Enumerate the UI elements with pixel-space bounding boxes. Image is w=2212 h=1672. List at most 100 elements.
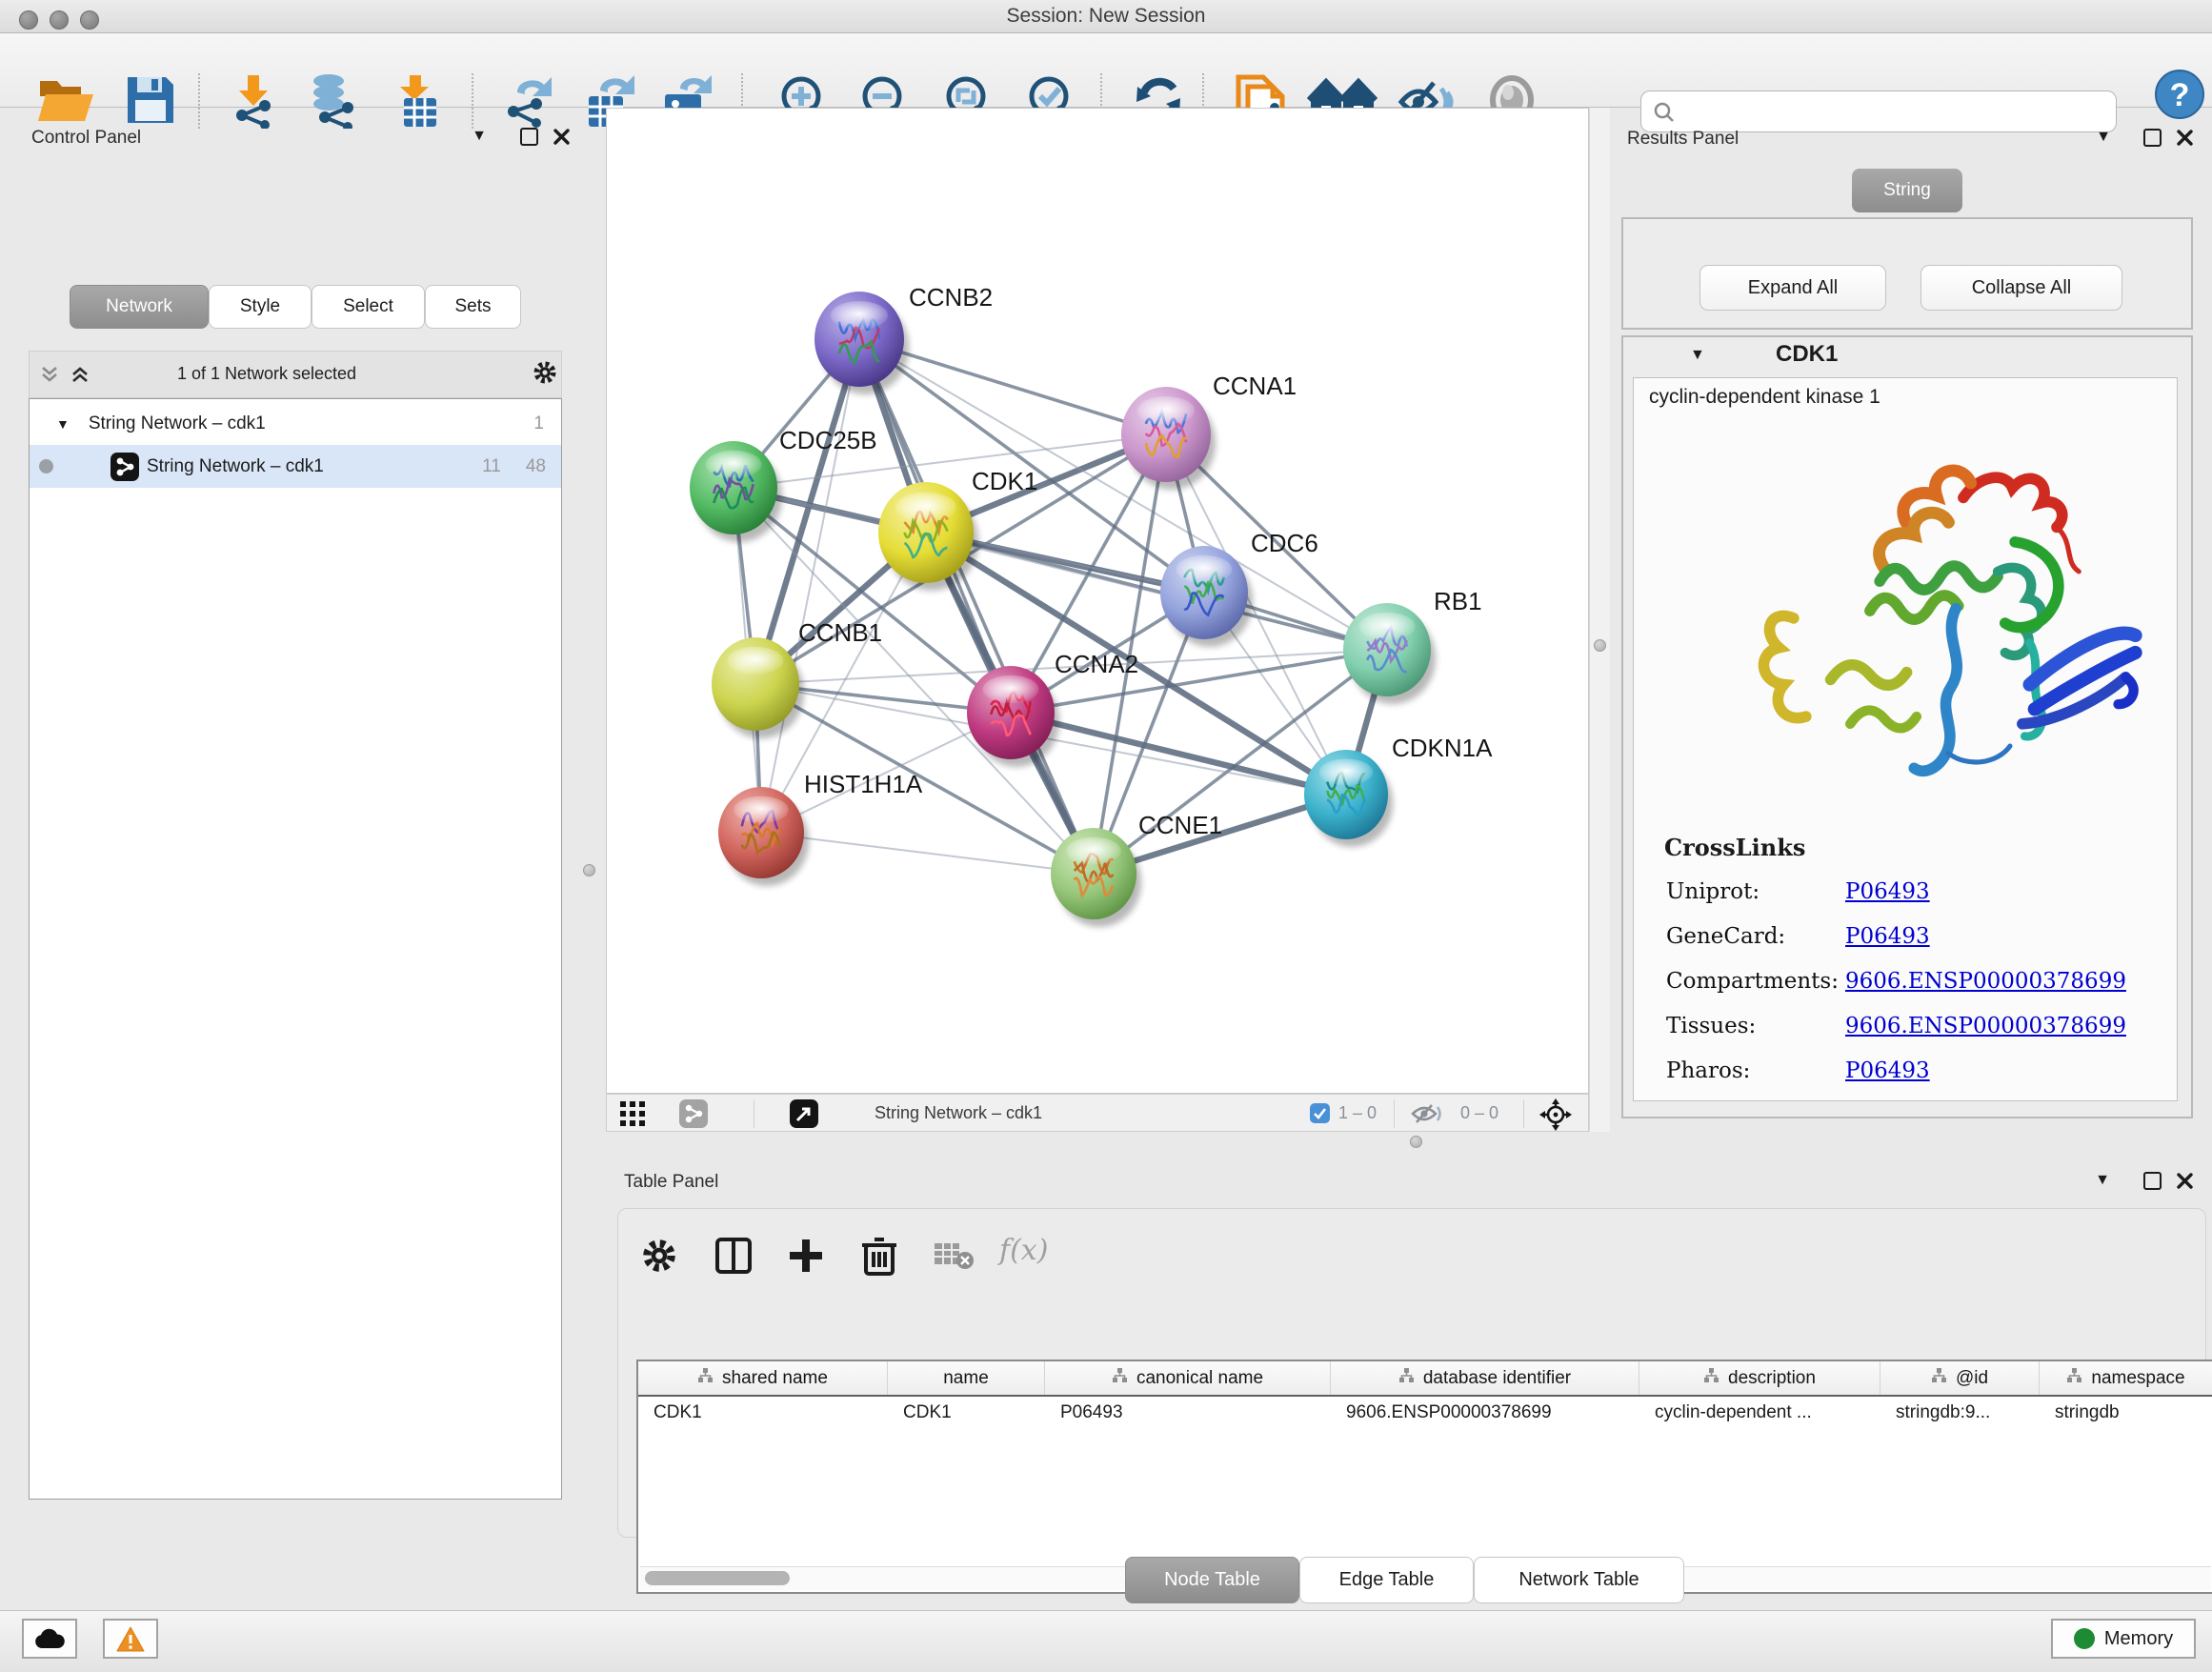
table-cell[interactable]: P06493 — [1045, 1397, 1331, 1428]
vertical-splitter-handle-right[interactable] — [1594, 639, 1606, 652]
warning-button[interactable] — [103, 1619, 158, 1659]
float-panel-button[interactable] — [2140, 1170, 2164, 1191]
cloud-button[interactable] — [22, 1619, 77, 1659]
statusbar-separator — [1394, 1099, 1395, 1128]
crosslink-label: Tissues: — [1666, 1014, 1756, 1038]
network-collection-row[interactable]: ▼ String Network – cdk1 1 — [30, 402, 561, 445]
tab-node-table[interactable]: Node Table — [1125, 1557, 1299, 1603]
collapse-all-button[interactable]: Collapse All — [1920, 265, 2122, 311]
crosslink-link[interactable]: 9606.ENSP00000378699 — [1845, 1014, 2126, 1038]
table-cell[interactable]: CDK1 — [638, 1397, 888, 1428]
column-tree-icon — [2066, 1367, 2082, 1389]
title-bar: Session: New Session — [0, 0, 2212, 33]
column-header-name[interactable]: name — [888, 1361, 1045, 1395]
network-node-CCNB2[interactable] — [814, 292, 909, 394]
network-canvas[interactable]: CCNB2CCNA1CDC25BCDK1CDC6RB1CCNB1CCNA2CDK… — [606, 108, 1589, 1094]
node-label-CDC6: CDC6 — [1251, 529, 1318, 557]
column-header--id[interactable]: @id — [1880, 1361, 2040, 1395]
node-label-CDK1: CDK1 — [972, 467, 1037, 495]
vertical-splitter-right[interactable] — [1589, 108, 1610, 1132]
float-panel-button[interactable] — [516, 126, 541, 147]
fit-content-crosshair-icon[interactable] — [1538, 1098, 1573, 1137]
column-label: shared name — [722, 1368, 828, 1389]
table-row[interactable]: CDK1CDK1P064939606.ENSP00000378699cyclin… — [638, 1397, 2212, 1428]
network-row-selected[interactable]: String Network – cdk1 11 48 — [30, 445, 561, 488]
crosslink-label: Pharos: — [1666, 1058, 1750, 1083]
network-node-RB1[interactable] — [1343, 603, 1436, 704]
column-label: namespace — [2091, 1368, 2184, 1389]
results-actions-box: Expand All Collapse All — [1621, 217, 2193, 330]
network-node-CCNE1[interactable] — [1051, 828, 1141, 927]
network-view-title: String Network – cdk1 — [875, 1103, 1042, 1123]
protein-structure-image — [1643, 424, 2165, 805]
selected-checkbox[interactable] — [1310, 1103, 1330, 1128]
table-cell[interactable]: stringdb:9... — [1880, 1397, 2040, 1428]
network-options-gear-icon[interactable] — [533, 362, 557, 383]
collapse-panel-button[interactable]: ▼ — [2090, 1170, 2115, 1191]
memory-button[interactable]: Memory — [2051, 1619, 2196, 1659]
tab-sets[interactable]: Sets — [425, 285, 521, 329]
column-tree-icon — [1703, 1367, 1719, 1389]
column-label: canonical name — [1136, 1368, 1263, 1389]
statusbar-separator — [1523, 1099, 1524, 1128]
table-cell[interactable]: 9606.ENSP00000378699 — [1331, 1397, 1639, 1428]
crosslink-link[interactable]: P06493 — [1845, 879, 1930, 904]
tab-style[interactable]: Style — [209, 285, 312, 329]
network-node-CDKN1A[interactable] — [1304, 750, 1393, 847]
column-header-description[interactable]: description — [1639, 1361, 1880, 1395]
table-cell[interactable]: cyclin-dependent ... — [1639, 1397, 1880, 1428]
horizontal-splitter-handle[interactable] — [1410, 1136, 1422, 1148]
add-column-icon[interactable] — [786, 1236, 826, 1280]
crosslink-label: Compartments: — [1666, 969, 1839, 994]
vertical-splitter-handle-left[interactable] — [583, 864, 595, 876]
network-node-CDC6[interactable] — [1160, 546, 1253, 647]
crosslink-link[interactable]: P06493 — [1845, 1058, 1930, 1083]
network-node-HIST1H1A[interactable] — [718, 787, 809, 886]
collapse-panel-button[interactable]: ▼ — [2091, 127, 2116, 148]
open-in-window-icon[interactable] — [790, 1099, 818, 1133]
results-panel-title: Results Panel — [1627, 129, 1739, 150]
network-graph: CCNB2CCNA1CDC25BCDK1CDC6RB1CCNB1CCNA2CDK… — [607, 109, 1588, 1093]
network-node-CDK1[interactable] — [878, 482, 978, 591]
tab-network-table[interactable]: Network Table — [1474, 1557, 1684, 1603]
tree-expand-icon[interactable]: ▼ — [56, 416, 70, 432]
collection-label: String Network – cdk1 — [89, 413, 266, 434]
column-header-namespace[interactable]: namespace — [2040, 1361, 2212, 1395]
tab-string[interactable]: String — [1852, 169, 1962, 212]
delete-column-icon[interactable] — [860, 1236, 898, 1280]
column-header-canonical-name[interactable]: canonical name — [1045, 1361, 1331, 1395]
memory-status-dot — [2074, 1628, 2095, 1649]
tab-network[interactable]: Network — [70, 285, 209, 329]
table-cell[interactable]: stringdb — [2040, 1397, 2212, 1428]
results-entry-box: ▼ CDK1 cyclin-dependent kinase 1 — [1621, 335, 2193, 1118]
network-node-CCNA1[interactable] — [1121, 387, 1216, 490]
main-toolbar: ? — [0, 33, 2212, 108]
entry-collapse-icon[interactable]: ▼ — [1690, 347, 1705, 364]
crosslink-row: Uniprot:P06493 — [1634, 872, 2177, 917]
expand-all-button[interactable]: Expand All — [1699, 265, 1886, 311]
show-columns-icon[interactable] — [714, 1236, 754, 1280]
node-label-CDKN1A: CDKN1A — [1392, 734, 1493, 762]
collection-count: 1 — [533, 413, 544, 434]
close-panel-button[interactable] — [549, 126, 573, 147]
tab-edge-table[interactable]: Edge Table — [1299, 1557, 1474, 1603]
network-list: ▼ String Network – cdk1 1 String Network… — [29, 398, 562, 1500]
scrollbar-thumb[interactable] — [645, 1571, 790, 1585]
network-node-CDC25B[interactable] — [690, 441, 782, 542]
table-cell[interactable]: CDK1 — [888, 1397, 1045, 1428]
birds-eye-view-icon[interactable] — [620, 1101, 645, 1131]
crosslink-row: Tissues: 9606.ENSP00000378699 — [1634, 1006, 2177, 1051]
table-options-gear-icon[interactable] — [641, 1238, 677, 1279]
column-header-database-identifier[interactable]: database identifier — [1331, 1361, 1639, 1395]
column-label: name — [943, 1368, 989, 1389]
crosslink-link[interactable]: 9606.ENSP00000378699 — [1845, 969, 2126, 994]
tab-select[interactable]: Select — [312, 285, 425, 329]
float-panel-button[interactable] — [2140, 127, 2164, 148]
close-panel-button[interactable] — [2172, 127, 2197, 148]
crosslink-link[interactable]: P06493 — [1845, 924, 1930, 949]
share-view-icon[interactable] — [679, 1099, 708, 1133]
entry-details: cyclin-dependent kinase 1 — [1633, 377, 2178, 1101]
column-header-shared-name[interactable]: shared name — [638, 1361, 888, 1395]
collapse-panel-button[interactable]: ▼ — [467, 126, 492, 147]
close-panel-button[interactable] — [2172, 1170, 2197, 1191]
